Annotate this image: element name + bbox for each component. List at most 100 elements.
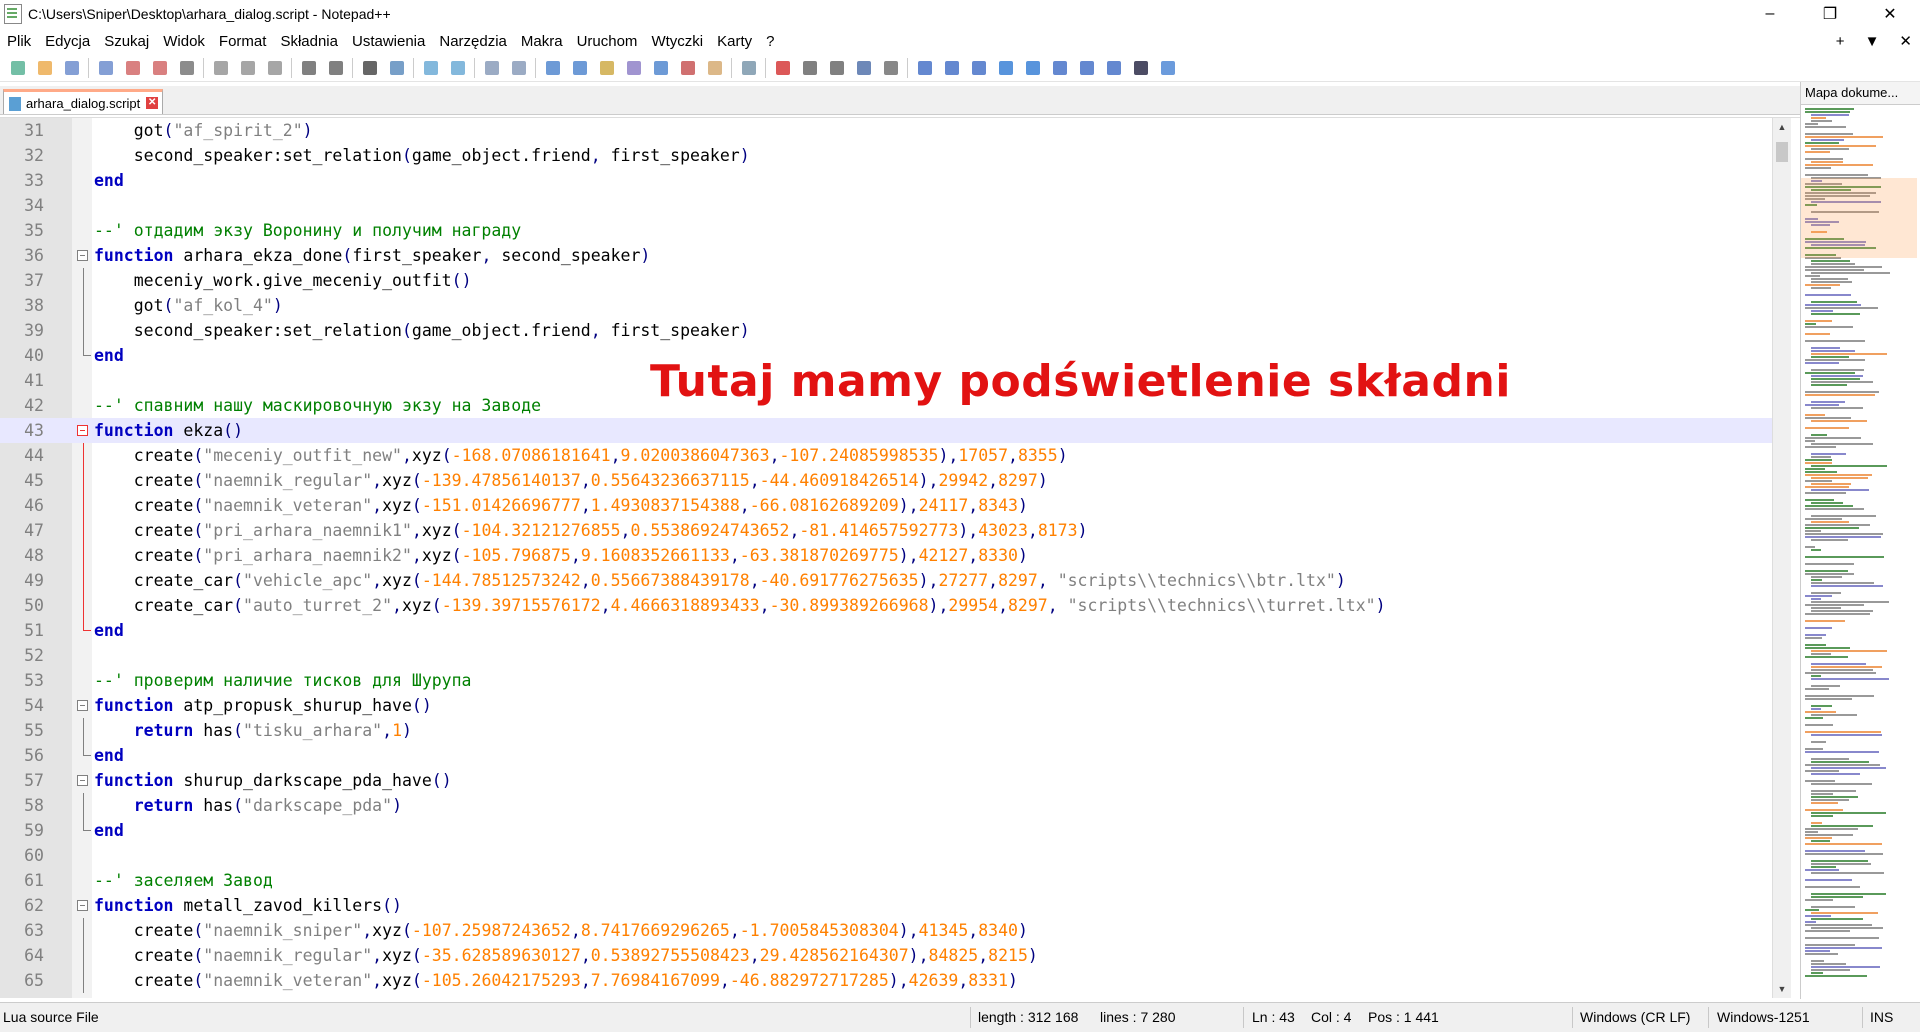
menu-item[interactable]: Wtyczki xyxy=(644,33,710,50)
code-line[interactable]: 58 return has("darkscape_pda") xyxy=(0,793,1772,818)
menu-item[interactable]: Szukaj xyxy=(97,33,156,50)
plugin-7-icon[interactable] xyxy=(1077,58,1097,78)
close-all-icon[interactable] xyxy=(150,58,170,78)
zoom-out-icon[interactable] xyxy=(448,58,468,78)
code-line[interactable]: 50 create_car("auto_turret_2",xyz(-139.3… xyxy=(0,593,1772,618)
minimap-viewport[interactable] xyxy=(1801,178,1917,258)
plugin-6-icon[interactable] xyxy=(1050,58,1070,78)
fold-toggle-icon[interactable] xyxy=(77,775,88,786)
code-editor[interactable]: ▲ ▼ 31 got("af_spirit_2") 32 second_speak… xyxy=(0,117,1800,998)
word-wrap-icon[interactable] xyxy=(543,58,563,78)
save-all-icon[interactable] xyxy=(96,58,116,78)
fold-toggle-icon[interactable] xyxy=(77,900,88,911)
play-macro-icon[interactable] xyxy=(827,58,847,78)
file-tab[interactable]: arhara_dialog.script ✕ xyxy=(3,89,164,114)
code-line[interactable]: 65 create("naemnik_veteran",xyz(-105.260… xyxy=(0,968,1772,993)
code-line[interactable]: 60 xyxy=(0,843,1772,868)
code-line[interactable]: 64 create("naemnik_regular",xyz(-35.6285… xyxy=(0,943,1772,968)
find-icon[interactable] xyxy=(360,58,380,78)
scroll-up-icon[interactable]: ▲ xyxy=(1773,118,1791,136)
code-line[interactable]: 51 end xyxy=(0,618,1772,643)
code-line[interactable]: 59 end xyxy=(0,818,1772,843)
code-line[interactable]: 49 create_car("vehicle_apc",xyz(-144.785… xyxy=(0,568,1772,593)
close-tab-button[interactable]: ✕ xyxy=(1899,32,1912,50)
doc-map-icon[interactable] xyxy=(651,58,671,78)
code-line[interactable]: 36 function arhara_ekza_done(first_speake… xyxy=(0,243,1772,268)
menu-item[interactable]: Edycja xyxy=(38,33,97,50)
menu-item[interactable]: Ustawienia xyxy=(345,33,432,50)
code-line[interactable]: 46 create("naemnik_veteran",xyz(-151.014… xyxy=(0,493,1772,518)
code-line[interactable]: 45 create("naemnik_regular",xyz(-139.478… xyxy=(0,468,1772,493)
record-macro-icon[interactable] xyxy=(773,58,793,78)
code-line[interactable]: 57 function shurup_darkscape_pda_have() xyxy=(0,768,1772,793)
plugin-3-icon[interactable] xyxy=(969,58,989,78)
run-macro-multiple-icon[interactable] xyxy=(854,58,874,78)
close-window-button[interactable]: ✕ xyxy=(1860,0,1920,28)
code-line[interactable]: 54 function atp_propusk_shurup_have() xyxy=(0,693,1772,718)
code-line[interactable]: 34 xyxy=(0,193,1772,218)
tab-close-icon[interactable]: ✕ xyxy=(146,97,159,109)
code-line[interactable]: 44 create("meceniy_outfit_new",xyz(-168.… xyxy=(0,443,1772,468)
plugin-5-icon[interactable] xyxy=(1023,58,1043,78)
redo-icon[interactable] xyxy=(326,58,346,78)
code-line[interactable]: 61 --' заселяем Завод xyxy=(0,868,1772,893)
function-list-icon[interactable] xyxy=(678,58,698,78)
replace-icon[interactable] xyxy=(387,58,407,78)
code-line[interactable]: 32 second_speaker:set_relation(game_obje… xyxy=(0,143,1772,168)
new-file-icon[interactable] xyxy=(8,58,28,78)
document-map-panel[interactable]: Mapa dokume... xyxy=(1800,82,1920,999)
code-line[interactable]: 39 second_speaker:set_relation(game_obje… xyxy=(0,318,1772,343)
code-line[interactable]: 38 got("af_kol_4") xyxy=(0,293,1772,318)
menu-item[interactable]: Format xyxy=(212,33,274,50)
fold-toggle-icon[interactable] xyxy=(77,425,88,436)
copy-icon[interactable] xyxy=(238,58,258,78)
menu-item[interactable]: Karty xyxy=(710,33,759,50)
zoom-in-icon[interactable] xyxy=(421,58,441,78)
fold-toggle-icon[interactable] xyxy=(77,250,88,261)
scrollbar-thumb[interactable] xyxy=(1776,142,1788,162)
code-line[interactable]: 47 create("pri_arhara_naemnik1",xyz(-104… xyxy=(0,518,1772,543)
code-line[interactable]: 35 --' отдадим экзу Воронину и получим на… xyxy=(0,218,1772,243)
menu-item[interactable]: Składnia xyxy=(273,33,345,50)
undo-icon[interactable] xyxy=(299,58,319,78)
code-line[interactable]: 56 end xyxy=(0,743,1772,768)
sync-vertical-icon[interactable] xyxy=(482,58,502,78)
plugin-2-icon[interactable] xyxy=(942,58,962,78)
plugin-1-icon[interactable] xyxy=(915,58,935,78)
minimize-button[interactable]: – xyxy=(1740,0,1800,28)
show-all-chars-icon[interactable] xyxy=(570,58,590,78)
user-lang-icon[interactable] xyxy=(624,58,644,78)
cut-icon[interactable] xyxy=(211,58,231,78)
code-line[interactable]: 33 end xyxy=(0,168,1772,193)
code-line[interactable]: 53 --' проверим наличие тисков для Шурупа xyxy=(0,668,1772,693)
menu-item[interactable]: Plik xyxy=(0,33,38,50)
save-icon[interactable] xyxy=(62,58,82,78)
sync-horizontal-icon[interactable] xyxy=(509,58,529,78)
code-line[interactable]: 37 meceniy_work.give_meceniy_outfit() xyxy=(0,268,1772,293)
menu-item[interactable]: Narzędzia xyxy=(432,33,514,50)
menu-item[interactable]: ? xyxy=(759,33,781,50)
monitoring-icon[interactable] xyxy=(739,58,759,78)
plugin-9-icon[interactable] xyxy=(1131,58,1151,78)
paste-icon[interactable] xyxy=(265,58,285,78)
code-line[interactable]: 55 return has("tisku_arhara",1) xyxy=(0,718,1772,743)
plugin-8-icon[interactable] xyxy=(1104,58,1124,78)
document-map-preview[interactable] xyxy=(1801,108,1917,988)
indent-guide-icon[interactable] xyxy=(597,58,617,78)
code-line[interactable]: 63 create("naemnik_sniper",xyz(-107.2598… xyxy=(0,918,1772,943)
print-icon[interactable] xyxy=(177,58,197,78)
menu-item[interactable]: Makra xyxy=(514,33,570,50)
vertical-scrollbar[interactable]: ▲ ▼ xyxy=(1772,118,1791,998)
new-tab-button[interactable]: + xyxy=(1836,33,1845,50)
menu-item[interactable]: Widok xyxy=(156,33,212,50)
folder-workspace-icon[interactable] xyxy=(705,58,725,78)
tab-list-dropdown[interactable]: ▼ xyxy=(1865,33,1880,50)
plugin-10-icon[interactable] xyxy=(1158,58,1178,78)
save-macro-icon[interactable] xyxy=(881,58,901,78)
code-line[interactable]: 43 function ekza() xyxy=(0,418,1772,443)
code-line[interactable]: 31 got("af_spirit_2") xyxy=(0,118,1772,143)
plugin-4-icon[interactable] xyxy=(996,58,1016,78)
restore-button[interactable]: ❐ xyxy=(1800,0,1860,28)
code-line[interactable]: 48 create("pri_arhara_naemnik2",xyz(-105… xyxy=(0,543,1772,568)
close-icon[interactable] xyxy=(123,58,143,78)
